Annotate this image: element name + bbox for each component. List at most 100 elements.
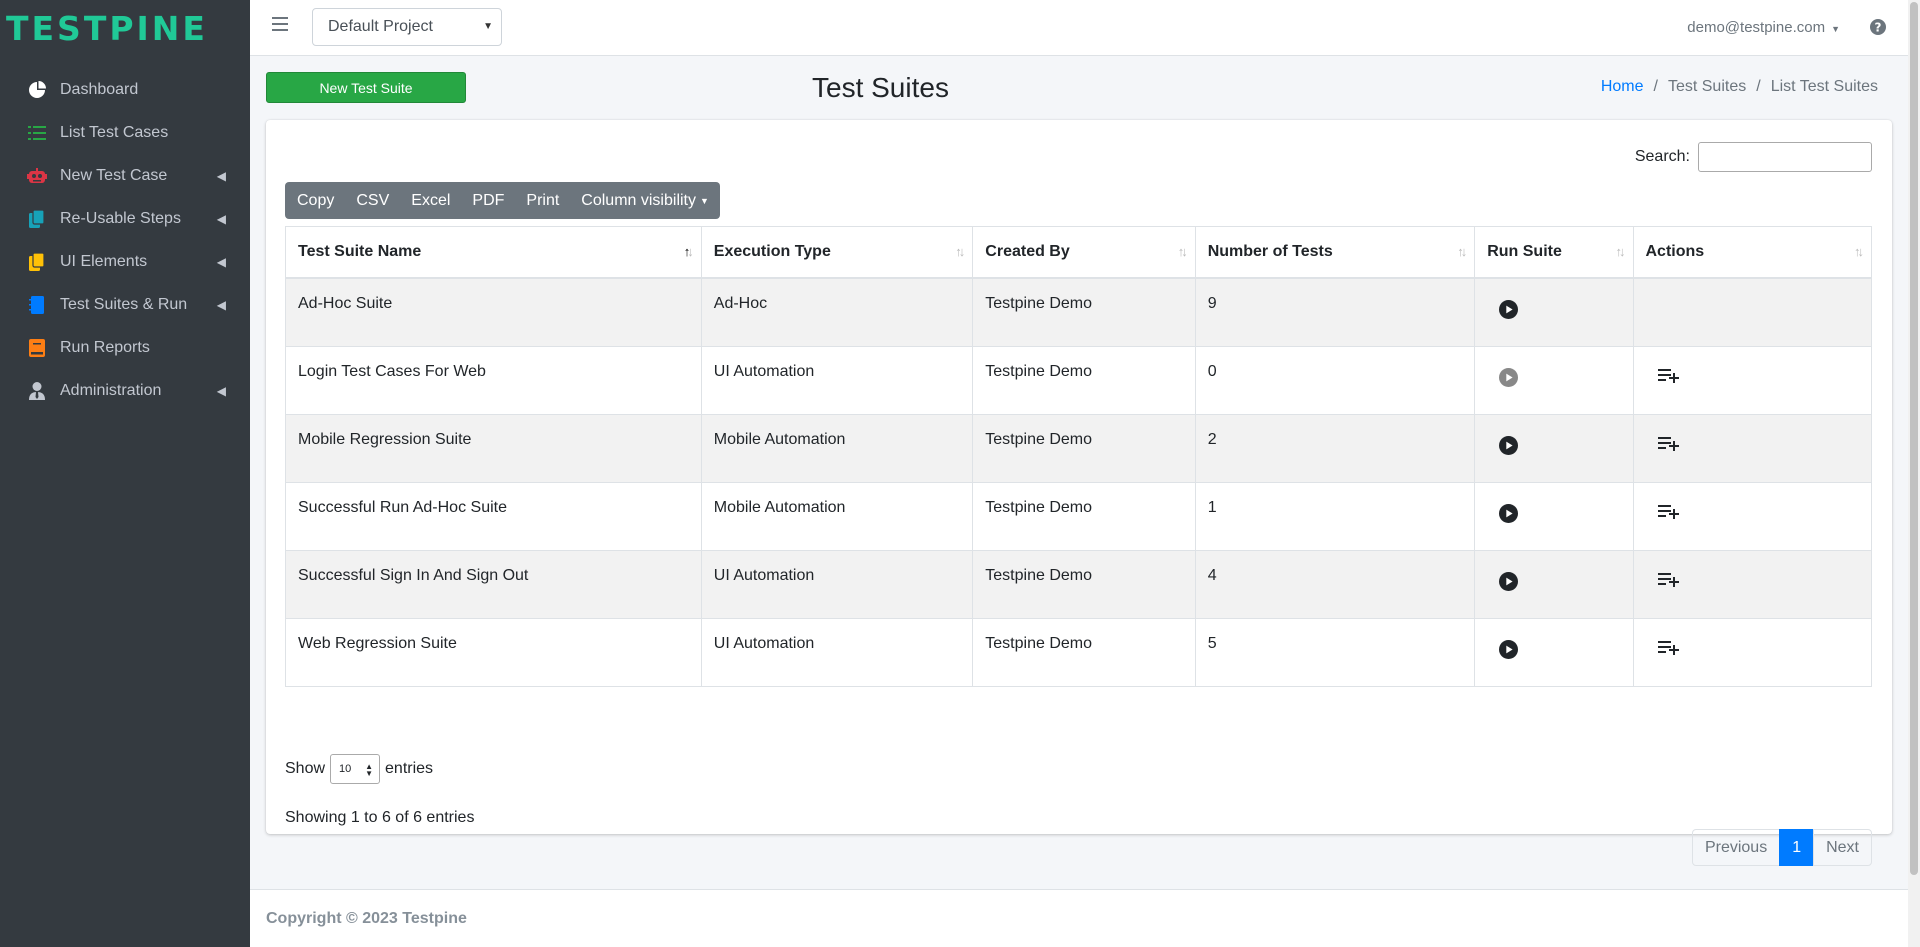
sidebar-item-test-suites-run[interactable]: Test Suites & Run ◀ [0, 283, 250, 326]
execution-type-cell: Ad-Hoc [700, 277, 974, 347]
playlist-add-icon[interactable] [1657, 504, 1680, 525]
execution-type-cell: Mobile Automation [700, 413, 974, 483]
number-of-tests-cell: 5 [1194, 617, 1476, 687]
execution-type-cell: UI Automation [700, 549, 974, 619]
column-visibility-button[interactable]: Column visibility ▼ [570, 182, 720, 219]
table-row: Mobile Regression Suite Mobile Automation… [285, 413, 1872, 483]
sidebar-item-administration[interactable]: Administration ◀ [0, 369, 250, 412]
sidebar: TESTPINE Dashboard List Test Cases New T… [0, 0, 250, 947]
page-length-control: Show 10 ▲ ▼ entries [285, 754, 433, 784]
scrollbar-thumb[interactable] [1910, 2, 1918, 875]
table-row: Successful Sign In And Sign Out UI Automa… [285, 549, 1872, 619]
number-of-tests-cell: 4 [1194, 549, 1476, 619]
column-header-label: Test Suite Name [298, 243, 422, 260]
sidebar-item-label: Run Reports [60, 338, 150, 356]
play-circle-icon[interactable] [1499, 571, 1519, 596]
run-suite-cell [1474, 345, 1634, 415]
sidebar-item-dashboard[interactable]: Dashboard [0, 68, 250, 111]
actions-cell [1632, 277, 1872, 347]
column-header-execution-type[interactable]: Execution Type ↑↓ [700, 226, 974, 279]
project-select-value: Default Project [328, 18, 433, 35]
svg-text:?: ? [1875, 21, 1882, 35]
print-button[interactable]: Print [515, 182, 570, 219]
breadcrumb-current: List Test Suites [1770, 78, 1878, 95]
sort-icon: ↑↓ [1457, 244, 1467, 259]
sidebar-item-new-test-case[interactable]: New Test Case ◀ [0, 154, 250, 197]
new-test-suite-button[interactable]: New Test Suite [266, 72, 466, 103]
column-header-name[interactable]: Test Suite Name ↑↓ [285, 226, 702, 279]
caret-down-icon: ▼ [1831, 24, 1840, 34]
brand-logo[interactable]: TESTPINE [0, 0, 250, 56]
page-scrollbar[interactable] [1908, 0, 1920, 947]
playlist-add-icon[interactable] [1657, 640, 1680, 661]
notebook-icon [26, 295, 48, 315]
play-circle-icon[interactable] [1499, 367, 1519, 392]
sidebar-item-ui-elements[interactable]: UI Elements ◀ [0, 240, 250, 283]
chevron-left-icon: ◀ [216, 254, 226, 269]
chevron-down-icon: ▼ [483, 21, 493, 32]
play-circle-icon[interactable] [1499, 639, 1519, 664]
column-header-actions[interactable]: Actions ↑↓ [1632, 226, 1872, 279]
column-header-label: Run Suite [1487, 243, 1562, 260]
sidebar-item-label: UI Elements [60, 252, 148, 270]
sidebar-item-label: Test Suites & Run [60, 295, 188, 313]
table-body: Ad-Hoc Suite Ad-Hoc Testpine Demo 9 Login Te… [285, 277, 1872, 687]
pie-chart-icon [26, 80, 48, 100]
pagination-next[interactable]: Next [1813, 829, 1872, 866]
excel-button[interactable]: Excel [400, 182, 461, 219]
breadcrumb-separator: / [1756, 78, 1761, 95]
pagination-page-1[interactable]: 1 [1779, 829, 1815, 866]
user-menu[interactable]: demo@testpine.com ▼ [1687, 19, 1840, 36]
sort-icon: ↑↓ [955, 244, 965, 259]
run-suite-cell [1474, 481, 1634, 551]
actions-cell [1632, 617, 1872, 687]
created-by-cell: Testpine Demo [972, 617, 1196, 687]
length-prefix: Show [285, 760, 326, 777]
menu-toggle-icon[interactable] [272, 17, 288, 31]
playlist-add-icon[interactable] [1657, 368, 1680, 389]
column-header-number-of-tests[interactable]: Number of Tests ↑↓ [1194, 226, 1476, 279]
table-row: Web Regression Suite UI Automation Testpin… [285, 617, 1872, 687]
test-suites-table: Test Suite Name ↑↓ Execution Type ↑↓ Creat… [285, 226, 1872, 687]
sidebar-nav: Dashboard List Test Cases New Test Case … [0, 68, 250, 412]
number-of-tests-cell: 2 [1194, 413, 1476, 483]
play-circle-icon[interactable] [1499, 503, 1519, 528]
table-info: Showing 1 to 6 of 6 entries [285, 809, 475, 826]
pdf-button[interactable]: PDF [461, 182, 515, 219]
chevron-left-icon: ◀ [216, 211, 226, 226]
page-title: Test Suites [812, 72, 949, 103]
run-suite-cell [1474, 617, 1634, 687]
search-input[interactable] [1698, 142, 1872, 172]
number-of-tests-cell: 0 [1194, 345, 1476, 415]
table-search: Search: [1635, 142, 1872, 172]
chevron-left-icon: ◀ [216, 297, 226, 312]
help-icon[interactable]: ? [1870, 19, 1886, 40]
pagination-previous[interactable]: Previous [1691, 829, 1781, 866]
sidebar-item-label: Dashboard [60, 80, 139, 98]
column-header-label: Actions [1645, 243, 1705, 260]
search-label: Search: [1634, 148, 1690, 165]
copy-button[interactable]: Copy [285, 182, 345, 219]
sidebar-item-run-reports[interactable]: Run Reports [0, 326, 250, 369]
column-visibility-label: Column visibility [581, 191, 696, 209]
sidebar-item-list-test-cases[interactable]: List Test Cases [0, 111, 250, 154]
created-by-cell: Testpine Demo [972, 413, 1196, 483]
pagination: Previous 1 Next [1691, 829, 1872, 866]
table-row: Ad-Hoc Suite Ad-Hoc Testpine Demo 9 [285, 277, 1872, 347]
csv-button[interactable]: CSV [345, 182, 400, 219]
sidebar-item-reusable-steps[interactable]: Re-Usable Steps ◀ [0, 197, 250, 240]
playlist-add-icon[interactable] [1657, 436, 1680, 457]
execution-type-cell: Mobile Automation [700, 481, 974, 551]
sidebar-item-label: Re-Usable Steps [60, 209, 181, 227]
column-header-created-by[interactable]: Created By ↑↓ [972, 226, 1196, 279]
table-row: Successful Run Ad-Hoc Suite Mobile Automa… [285, 481, 1872, 551]
project-select[interactable]: Default Project ▼ [312, 8, 502, 46]
play-circle-icon[interactable] [1499, 300, 1519, 324]
play-circle-icon[interactable] [1499, 435, 1519, 460]
select-arrows-icon: ▲ ▼ [365, 762, 374, 778]
playlist-add-icon[interactable] [1657, 572, 1680, 593]
breadcrumb-home[interactable]: Home [1601, 78, 1644, 95]
sort-icon: ↑↓ [1854, 244, 1864, 259]
column-header-run-suite[interactable]: Run Suite ↑↓ [1474, 226, 1634, 279]
page-length-select[interactable]: 10 ▲ ▼ [330, 754, 381, 784]
